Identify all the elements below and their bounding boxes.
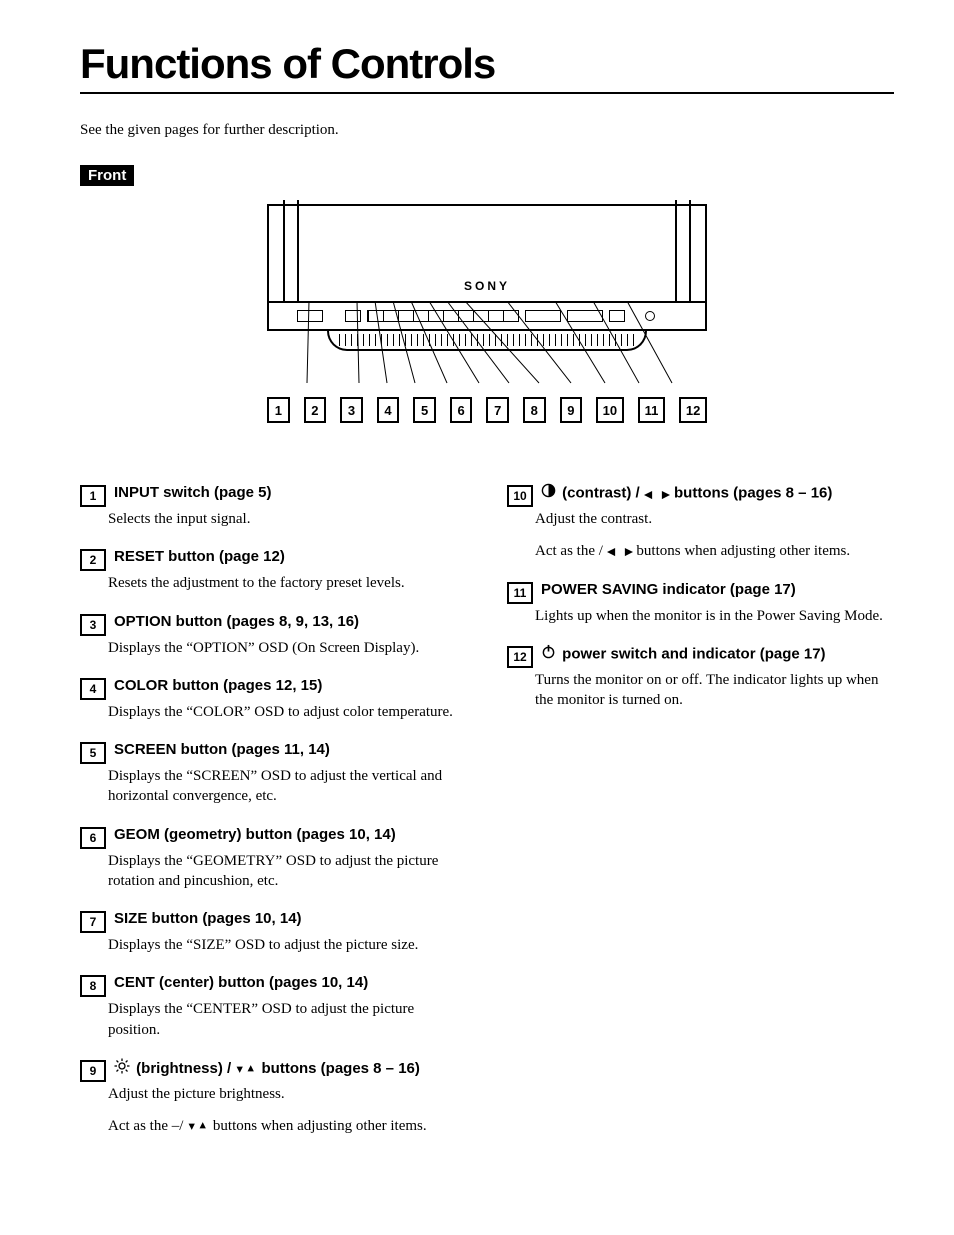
title-rule: [80, 92, 894, 94]
control-item-7: 7 SIZE button (pages 10, 14) Displays the …: [80, 909, 467, 955]
item-body: Lights up when the monitor is in the Pow…: [535, 606, 894, 626]
item-title: power switch and indicator (page 17): [541, 644, 826, 665]
intro-text: See the given pages for further descript…: [80, 122, 894, 139]
control-item-4: 4 COLOR button (pages 12, 15) Displays the…: [80, 676, 467, 722]
item-body: Adjust the picture brightness.Act as the…: [108, 1084, 467, 1137]
callout-9: 9: [560, 397, 583, 423]
item-body: Resets the adjustment to the factory pre…: [108, 573, 467, 593]
item-title: SIZE button (pages 10, 14): [114, 909, 302, 929]
item-body: Displays the “COLOR” OSD to adjust color…: [108, 702, 467, 722]
callout-5: 5: [413, 397, 436, 423]
power-icon: [541, 644, 556, 665]
item-number: 4: [80, 678, 106, 700]
control-item-9: 9 (brightness) / buttons (pages 8 – 16) A…: [80, 1058, 467, 1137]
item-title: (contrast) / buttons (pages 8 – 16): [541, 483, 832, 504]
callout-12: 12: [679, 397, 707, 423]
item-title: POWER SAVING indicator (page 17): [541, 580, 796, 600]
item-number: 2: [80, 549, 106, 571]
item-number: 3: [80, 614, 106, 636]
item-title: (brightness) / buttons (pages 8 – 16): [114, 1058, 420, 1080]
callout-10: 10: [596, 397, 624, 423]
contrast-icon: [541, 483, 556, 504]
item-title: GEOM (geometry) button (pages 10, 14): [114, 825, 396, 845]
item-number: 9: [80, 1060, 106, 1082]
control-item-6: 6 GEOM (geometry) button (pages 10, 14) Di…: [80, 825, 467, 892]
callout-1: 1: [267, 397, 290, 423]
callout-4: 4: [377, 397, 400, 423]
callout-8: 8: [523, 397, 546, 423]
item-number: 11: [507, 582, 533, 604]
control-item-8: 8 CENT (center) button (pages 10, 14) Disp…: [80, 973, 467, 1040]
brand-label: SONY: [269, 279, 705, 293]
callout-3: 3: [340, 397, 363, 423]
control-item-10: 10 (contrast) / buttons (pages 8 – 16) Ad…: [507, 483, 894, 562]
item-body: Displays the “SCREEN” OSD to adjust the …: [108, 766, 467, 807]
callout-7: 7: [486, 397, 509, 423]
item-number: 6: [80, 827, 106, 849]
item-body: Displays the “GEOMETRY” OSD to adjust th…: [108, 851, 467, 892]
item-body: Displays the “SIZE” OSD to adjust the pi…: [108, 935, 467, 955]
control-item-3: 3 OPTION button (pages 8, 9, 13, 16) Displ…: [80, 612, 467, 658]
item-body: Displays the “CENTER” OSD to adjust the …: [108, 999, 467, 1040]
item-number: 5: [80, 742, 106, 764]
item-title: CENT (center) button (pages 10, 14): [114, 973, 368, 993]
item-number: 8: [80, 975, 106, 997]
item-title: COLOR button (pages 12, 15): [114, 676, 322, 696]
left-column: 1 INPUT switch (page 5) Selects the input …: [80, 483, 467, 1154]
callout-2: 2: [304, 397, 327, 423]
brightness-icon: [114, 1058, 130, 1080]
control-item-11: 11 POWER SAVING indicator (page 17) Lights…: [507, 580, 894, 626]
page-title: Functions of Controls: [80, 40, 894, 88]
item-title: INPUT switch (page 5): [114, 483, 272, 503]
item-number: 7: [80, 911, 106, 933]
control-item-2: 2 RESET button (page 12) Resets the adjust…: [80, 547, 467, 593]
item-number: 12: [507, 646, 533, 668]
callout-11: 11: [638, 397, 666, 423]
item-body: Adjust the contrast.Act as the / buttons…: [535, 509, 894, 562]
callout-6: 6: [450, 397, 473, 423]
item-body: Selects the input signal.: [108, 509, 467, 529]
item-body: Displays the “OPTION” OSD (On Screen Dis…: [108, 638, 467, 658]
item-title: RESET button (page 12): [114, 547, 285, 567]
control-item-12: 12 power switch and indicator (page 17) T…: [507, 644, 894, 711]
front-badge: Front: [80, 165, 134, 186]
control-item-1: 1 INPUT switch (page 5) Selects the input …: [80, 483, 467, 529]
right-column: 10 (contrast) / buttons (pages 8 – 16) Ad…: [507, 483, 894, 1154]
control-item-5: 5 SCREEN button (pages 11, 14) Displays th…: [80, 740, 467, 807]
item-title: SCREEN button (pages 11, 14): [114, 740, 330, 760]
item-number: 1: [80, 485, 106, 507]
item-number: 10: [507, 485, 533, 507]
monitor-diagram: SONY: [80, 204, 894, 423]
item-body: Turns the monitor on or off. The indicat…: [535, 670, 894, 711]
callout-row: 1 2 3 4 5 6 7 8 9 10 11 12: [267, 397, 707, 423]
item-title: OPTION button (pages 8, 9, 13, 16): [114, 612, 359, 632]
